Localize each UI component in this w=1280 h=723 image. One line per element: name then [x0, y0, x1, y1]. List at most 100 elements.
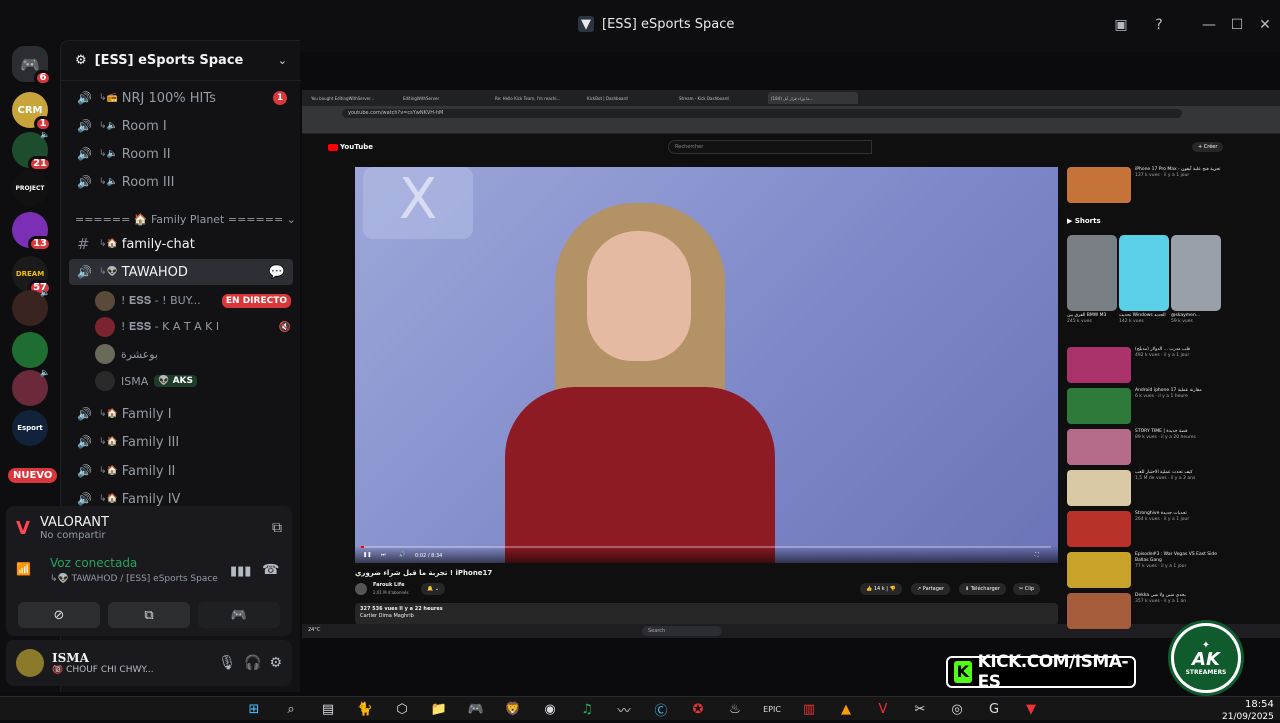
recommended-video[interactable]: STORY TIME | قصة جديدة 89 k vues · il y a… — [1067, 429, 1227, 466]
obs-icon[interactable]: ◎ — [947, 700, 967, 718]
minimize-button[interactable]: — — [1198, 14, 1220, 36]
vlc-icon[interactable]: ▲ — [836, 700, 856, 718]
browser-tab[interactable]: You bought EditingWithServer... — [308, 92, 398, 104]
close-button[interactable]: ✕ — [1254, 14, 1276, 36]
recommended-video[interactable]: كيف تحدث عملية الاختيار للعب 1,5 M de vue… — [1067, 470, 1227, 507]
file-explorer-icon[interactable]: 📁 — [429, 700, 449, 718]
voice-user[interactable]: ISMA 👽 AKS — [95, 369, 291, 393]
inbox-icon[interactable]: ▣ — [1110, 14, 1132, 36]
screen-share-icon[interactable]: ⧉ — [272, 520, 282, 536]
recommended-video[interactable]: Stronghive تحديات جديدة 264 k vues · il y… — [1067, 511, 1227, 548]
maximize-button[interactable]: ☐ — [1226, 14, 1248, 36]
discord-home-button[interactable]: 🎮 6 — [12, 46, 52, 86]
headphones-icon[interactable]: 🎧 — [244, 655, 261, 671]
short-thumbnail[interactable] — [1067, 235, 1117, 311]
avatar[interactable] — [16, 649, 44, 677]
fullscreen-icon[interactable]: ⛶ — [1035, 552, 1039, 558]
url-field[interactable]: youtube.com/watch?v=csYwNKVH-hM — [342, 109, 1182, 118]
voice-channel-nrj[interactable]: 🔊 ↳📻 NRJ 100% HITs 1 — [69, 85, 293, 111]
voice-channel-family-1[interactable]: 🔊 ↳🏠 Family I — [69, 401, 293, 427]
video-description[interactable]: 327 536 vues Il y a 22 heures Cartier Di… — [355, 603, 1058, 625]
like-button[interactable]: 👍 14 k | 👎 — [860, 583, 902, 595]
short-thumbnail[interactable] — [1119, 235, 1169, 311]
youtube-search-input[interactable]: Rechercher — [668, 140, 872, 154]
download-button[interactable]: ⬇ Télécharger — [959, 583, 1006, 595]
browser-tab-active[interactable]: (184) ما وراء قرار آبل... — [768, 92, 858, 104]
server-icon-esport[interactable]: Esport — [12, 410, 48, 446]
video-player[interactable]: X — [355, 167, 1058, 563]
recommended-video[interactable]: iPhone 17 Pro Max - تجربة فتح علبة آيفون… — [1067, 167, 1227, 204]
voice-channel-family-3[interactable]: 🔊 ↳🏠 Family III — [69, 429, 293, 455]
camera-off-button[interactable]: ⊘ — [18, 602, 100, 628]
recommended-video[interactable]: قلب مدرب ... الدولار (مدبلج) 492 k vues ·… — [1067, 347, 1227, 384]
browser-tab[interactable]: Re: Hello Kick Team, I'm reachi... — [492, 92, 582, 104]
clip-button[interactable]: ✂ Clip — [1013, 583, 1041, 595]
server-header[interactable]: ⚙ [ESS] eSports Space ⌄ — [61, 41, 301, 81]
voice-channel-family-2[interactable]: 🔊 ↳🏠 Family II — [69, 458, 293, 484]
browser-tab[interactable]: EditingWithServer — [400, 92, 490, 104]
soundboard-icon[interactable]: ▮▮▮ — [230, 564, 251, 579]
kick-logo-icon: K — [954, 661, 972, 683]
voice-location[interactable]: ↳👽 TAWAHOD / [ESS] eSports Space — [50, 574, 218, 584]
server-icon-7[interactable] — [12, 332, 48, 368]
app-icon[interactable]: G — [984, 700, 1004, 718]
activities-button[interactable]: 🎮 — [198, 602, 280, 628]
app-icon[interactable]: ▥ — [799, 700, 819, 718]
terminal-icon[interactable]: ⬡ — [392, 700, 412, 718]
server-icon-crm[interactable]: CRM 1 — [12, 92, 52, 132]
microphone-icon[interactable]: 🎙 — [218, 655, 236, 671]
pause-icon[interactable]: ❚❚ — [363, 552, 371, 558]
server-icon-project[interactable]: PROJECT — [12, 170, 48, 206]
disconnect-icon[interactable]: ☎ — [262, 562, 279, 578]
progress-bar[interactable] — [361, 546, 1051, 548]
start-icon[interactable]: ⊞ — [244, 700, 264, 718]
discord-icon[interactable]: 🎮 — [466, 700, 486, 718]
settings-icon[interactable]: ⚙ — [269, 655, 282, 671]
share-button[interactable]: ↗ Partager — [911, 583, 951, 595]
browser-tab[interactable]: KickBot | Dashboard — [584, 92, 674, 104]
voice-channel-tawahod[interactable]: 🔊 ↳👽 TAWAHOD 💬 — [69, 259, 293, 285]
server-icon-dream[interactable]: DREAM 57 — [12, 256, 52, 296]
voice-channel-room-2[interactable]: 🔊 ↳🔈 Room II — [69, 141, 293, 167]
voice-channel-room-1[interactable]: 🔊 ↳🔈 Room I — [69, 113, 293, 139]
next-icon[interactable]: ⏭ — [381, 552, 386, 558]
recommended-video[interactable]: Episode#3 : War Vegas VS East Side Balla… — [1067, 552, 1227, 589]
cat-app-icon[interactable]: 🐈 — [355, 700, 375, 718]
search-icon[interactable]: ⌕ — [281, 700, 301, 718]
help-icon[interactable]: ? — [1148, 14, 1170, 36]
widgets-icon[interactable]: ▤ — [318, 700, 338, 718]
server-icon-8[interactable]: 🔈 — [12, 368, 50, 406]
app-icon[interactable]: 〰 — [614, 700, 634, 719]
voice-user[interactable]: بوعشرة — [95, 342, 291, 366]
capcut-icon[interactable]: ✂ — [910, 700, 930, 718]
server-icon-6[interactable]: 🔈 — [12, 288, 50, 326]
server-icon-2[interactable]: 🔈 21 — [12, 130, 52, 172]
chat-bubble-icon[interactable]: 💬 — [269, 265, 285, 280]
text-channel-family-chat[interactable]: # ↳🏠 family-chat — [69, 231, 293, 257]
short-thumbnail[interactable] — [1171, 235, 1221, 311]
epic-games-icon[interactable]: EPIC — [762, 700, 782, 718]
app-icon[interactable]: ▼ — [1021, 700, 1041, 718]
spotify-icon[interactable]: ♫ — [577, 700, 597, 718]
youtube-logo[interactable]: YouTube — [328, 143, 373, 151]
voice-user[interactable]: ! 𝐄𝐒𝐒 - ! BUY... EN DIRECTO — [95, 289, 291, 313]
volume-icon[interactable]: 🔊 — [399, 552, 405, 558]
channel-name[interactable]: Farouk Life — [373, 582, 405, 588]
browser-tab[interactable]: Stream - Kick Dashboard — [676, 92, 766, 104]
channel-avatar[interactable] — [355, 583, 367, 595]
brave-icon[interactable]: 🦁 — [503, 700, 523, 718]
channel-prefix: ↳👽 — [99, 267, 118, 277]
recommended-video[interactable]: Android iphone 17 مقارنة عملية 6 k vues ·… — [1067, 388, 1227, 425]
c-app-icon[interactable]: Ⓒ — [651, 700, 671, 719]
subscribe-bell-button[interactable]: 🔔 ⌄ — [421, 583, 446, 595]
valorant-icon[interactable]: V — [873, 700, 893, 718]
voice-channel-room-3[interactable]: 🔊 ↳🔈 Room III — [69, 169, 293, 195]
chrome-icon[interactable]: ◉ — [540, 700, 560, 718]
steam-icon[interactable]: ♨ — [725, 700, 745, 718]
create-button[interactable]: + Créer — [1192, 142, 1224, 152]
share-screen-button[interactable]: ⧉ — [108, 602, 190, 628]
voice-user[interactable]: ! 𝐄𝐒𝐒 - K A T A K I 🔇 — [95, 315, 291, 339]
server-icon-4[interactable]: 13 — [12, 212, 52, 252]
app-icon[interactable]: ✪ — [688, 700, 708, 718]
category-family-planet[interactable]: ====== 🏠 Family Planet ====== ⌄ — [75, 213, 296, 226]
